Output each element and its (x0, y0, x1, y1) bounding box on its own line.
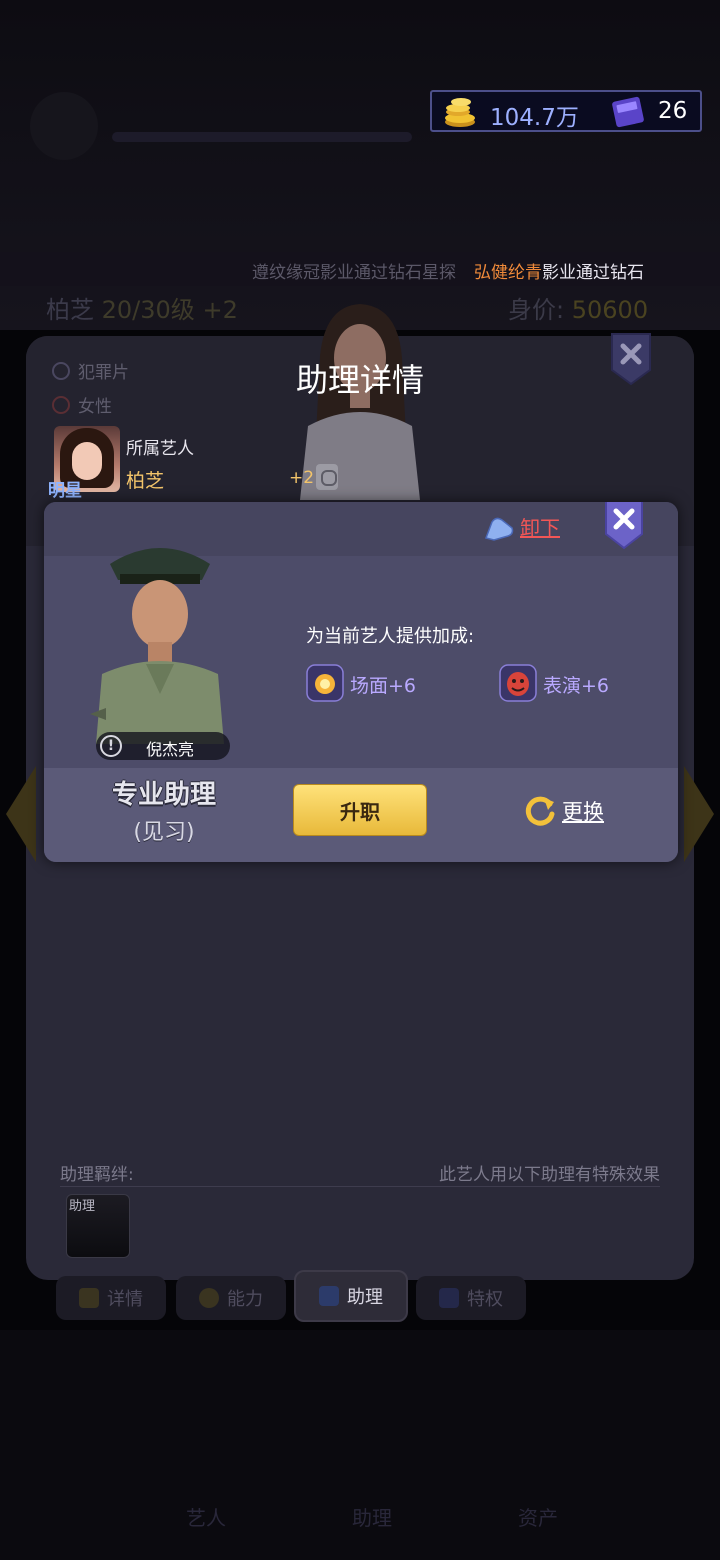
worth-value: 50600 (571, 296, 649, 324)
assistant-name-plate: ! 倪杰亮 (96, 732, 230, 760)
film-icon (52, 362, 70, 380)
artist-worth: 身价: 50600 (508, 290, 648, 325)
bonus-value: +2 (289, 468, 315, 488)
tag-genre-label: 犯罪片 (78, 363, 129, 383)
female-icon (52, 396, 70, 414)
assistant-detail-popup: 卸下 ! 倪杰亮 为当前艺人提供加成: 场面+6 表演+6 专业助理 (见习) … (44, 502, 678, 862)
unload-button[interactable]: 卸下 (520, 512, 560, 541)
nav-artist[interactable]: 艺人 (186, 1502, 226, 1531)
bond-divider (60, 1186, 660, 1187)
tab-details[interactable]: 详情 (56, 1276, 166, 1320)
panel-close-icon[interactable] (610, 330, 652, 386)
tab-privilege-label: 特权 (467, 1289, 503, 1310)
nav-assets[interactable]: 资产 (518, 1502, 558, 1531)
bonus-title: 为当前艺人提供加成: (306, 626, 475, 647)
coin-amount: 104.7万 (490, 105, 579, 131)
megaphone-icon (439, 1288, 459, 1308)
belong-label: 所属艺人 (126, 439, 194, 459)
ticker-dim-text: 遵纹缘冠影业通过钻石星探 (252, 263, 456, 283)
artist-level: 20/30级 (101, 296, 195, 324)
info-icon[interactable]: ! (100, 735, 122, 757)
artist-name-row: 柏芝 20/30级 +2 (46, 290, 238, 325)
bonus-acting: 表演+6 (543, 675, 610, 697)
background-progress-bar (112, 132, 412, 142)
drama-mask-icon (499, 664, 537, 702)
glove-icon (485, 517, 514, 541)
ticker-bright-suffix: 影业通过钻石 (542, 263, 644, 283)
tab-ability[interactable]: 能力 (176, 1276, 286, 1320)
tab-privilege[interactable]: 特权 (416, 1276, 526, 1320)
tag-gender: 女性 (52, 392, 112, 417)
popup-close-icon[interactable] (604, 502, 644, 550)
tab-details-label: 详情 (107, 1289, 143, 1310)
assistant-rank-sub: (见习) (133, 820, 195, 845)
bond-assistant-card[interactable]: 助理 (66, 1194, 130, 1258)
ticker-highlight-name: 弘健纶青 (474, 263, 542, 283)
assistant-rank: 专业助理 (111, 780, 216, 810)
bond-card-label: 助理 (69, 1199, 96, 1214)
bonus-scene: 场面+6 (350, 675, 417, 697)
ticker-bright-text: 弘健纶青影业通过钻石 (474, 258, 644, 283)
assistant-name: 倪杰亮 (146, 740, 195, 759)
hexagon-icon (199, 1288, 219, 1308)
tab-ability-label: 能力 (227, 1289, 263, 1310)
clipboard-icon (79, 1288, 99, 1308)
medal-icon (316, 464, 338, 490)
artist-level-bonus: +2 (202, 296, 238, 324)
belong-artist-name: 柏芝 (126, 470, 165, 492)
currency-bar: 104.7万 26 (430, 90, 702, 132)
bond-note: 此艺人用以下助理有特殊效果 (439, 1165, 660, 1185)
explosion-icon (306, 664, 344, 702)
artist-name: 柏芝 (46, 296, 94, 324)
tag-genre: 犯罪片 (52, 358, 129, 383)
tab-assistant-label: 助理 (347, 1287, 383, 1308)
nav-assistant[interactable]: 助理 (352, 1502, 392, 1531)
assistant-portrait (90, 548, 224, 744)
book-icon (612, 96, 644, 128)
promote-button[interactable]: 升职 (293, 784, 427, 836)
tab-assistant[interactable]: 助理 (294, 1270, 408, 1322)
worth-label: 身价: (508, 296, 565, 324)
previous-arrow-icon[interactable] (6, 766, 36, 862)
assistant-badge-icon (319, 1286, 339, 1306)
star-badge: 明星 (48, 481, 82, 501)
tag-gender-label: 女性 (78, 397, 112, 417)
book-amount: 26 (658, 98, 688, 124)
swap-icon (525, 796, 555, 826)
next-arrow-icon[interactable] (684, 766, 714, 862)
background-avatar (30, 92, 98, 160)
coin-stack-icon (445, 98, 475, 127)
swap-button[interactable]: 更换 (562, 796, 604, 826)
bond-label: 助理羁绊: (60, 1165, 134, 1185)
